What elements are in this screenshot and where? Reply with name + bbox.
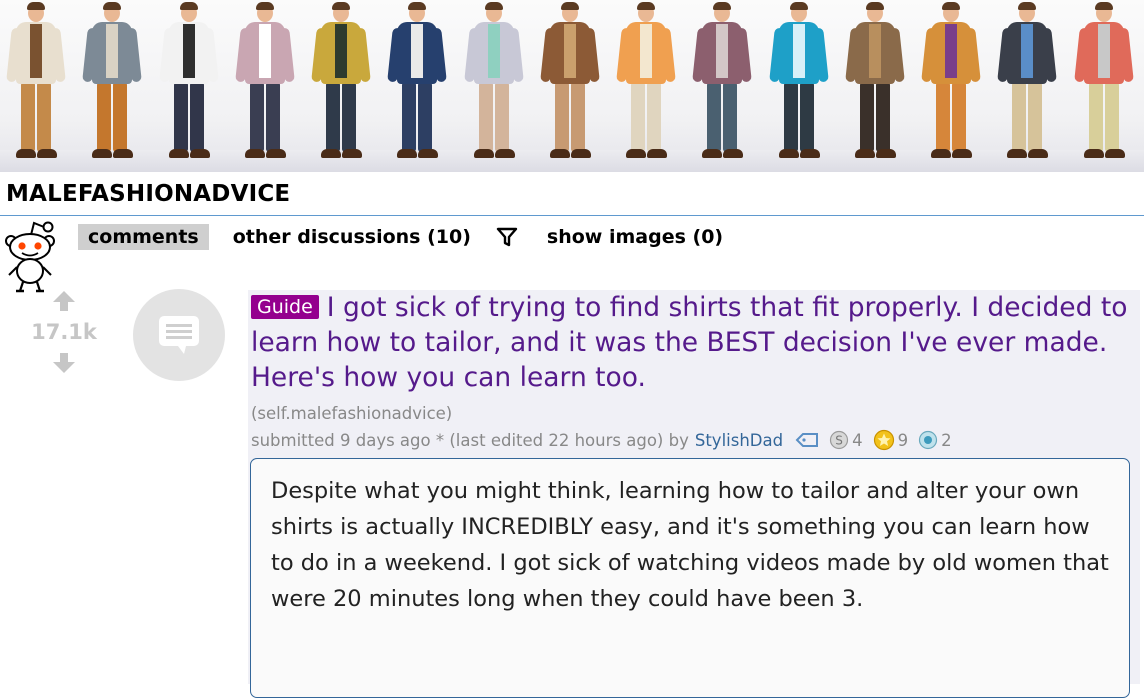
- banner-figure: [159, 2, 219, 166]
- subreddit-title[interactable]: MALEFASHIONADVICE: [6, 181, 290, 207]
- reddit-alien-icon[interactable]: [4, 219, 56, 293]
- banner-figure: [464, 2, 524, 166]
- gold-award-icon: [873, 429, 894, 451]
- tab-other-discussions[interactable]: other discussions (10): [223, 224, 481, 250]
- banner-figure: [387, 2, 447, 166]
- banner-figure: [1074, 2, 1134, 166]
- banner-figure: [845, 2, 905, 166]
- banner-figure: [82, 2, 142, 166]
- banner-figure: [616, 2, 676, 166]
- gold-award[interactable]: 9: [873, 429, 909, 451]
- upvote-arrow-icon[interactable]: [52, 290, 76, 312]
- edited-note: * (last edited 22 hours ago): [435, 430, 664, 450]
- post-body-box: Despite what you might think, learning h…: [250, 458, 1130, 698]
- banner-figure: [311, 2, 371, 166]
- platinum-award-icon: [918, 430, 938, 450]
- post-score: 17.1k: [31, 320, 97, 344]
- vote-box: 17.1k: [22, 290, 106, 380]
- silver-award[interactable]: S 4: [829, 430, 863, 450]
- tab-comments[interactable]: comments: [78, 224, 209, 250]
- banner-figure: [921, 2, 981, 166]
- by-label: by: [668, 430, 689, 450]
- link-flair[interactable]: Guide: [251, 295, 319, 319]
- gold-award-count: 9: [897, 430, 909, 450]
- post-title[interactable]: I got sick of trying to find shirts that…: [251, 292, 1127, 393]
- tab-show-images[interactable]: show images (0): [537, 224, 733, 250]
- banner-figure: [769, 2, 829, 166]
- post-domain[interactable]: (self.malefashionadvice): [251, 404, 452, 423]
- subreddit-banner: [0, 0, 1144, 172]
- banner-figure: [540, 2, 600, 166]
- post-body-text: Despite what you might think, learning h…: [271, 478, 1109, 612]
- submitted-label: submitted: [251, 430, 335, 450]
- platinum-award-count: 2: [941, 430, 952, 450]
- banner-figure: [6, 2, 66, 166]
- submitted-time: 9 days ago: [340, 430, 431, 450]
- filter-funnel-icon[interactable]: [495, 225, 519, 249]
- platinum-award[interactable]: 2: [918, 430, 952, 450]
- self-post-text-icon[interactable]: [133, 289, 225, 381]
- svg-text:S: S: [835, 434, 843, 448]
- banner-figure: [692, 2, 752, 166]
- author-link[interactable]: StylishDad: [695, 431, 783, 450]
- user-tag-icon[interactable]: [795, 432, 819, 448]
- post-tagline: submitted 9 days ago * (last edited 22 h…: [251, 429, 952, 451]
- header-rule: [0, 215, 1144, 216]
- post-title-line: Guide I got sick of trying to find shirts…: [251, 290, 1131, 395]
- silver-award-count: 4: [852, 430, 863, 450]
- banner-figure: [997, 2, 1057, 166]
- silver-award-icon: S: [829, 430, 849, 450]
- banner-figure: [235, 2, 295, 166]
- downvote-arrow-icon[interactable]: [52, 352, 76, 374]
- post-entry: Guide I got sick of trying to find shirts…: [248, 290, 1140, 698]
- post-tabs: comments other discussions (10) show ima…: [78, 222, 747, 252]
